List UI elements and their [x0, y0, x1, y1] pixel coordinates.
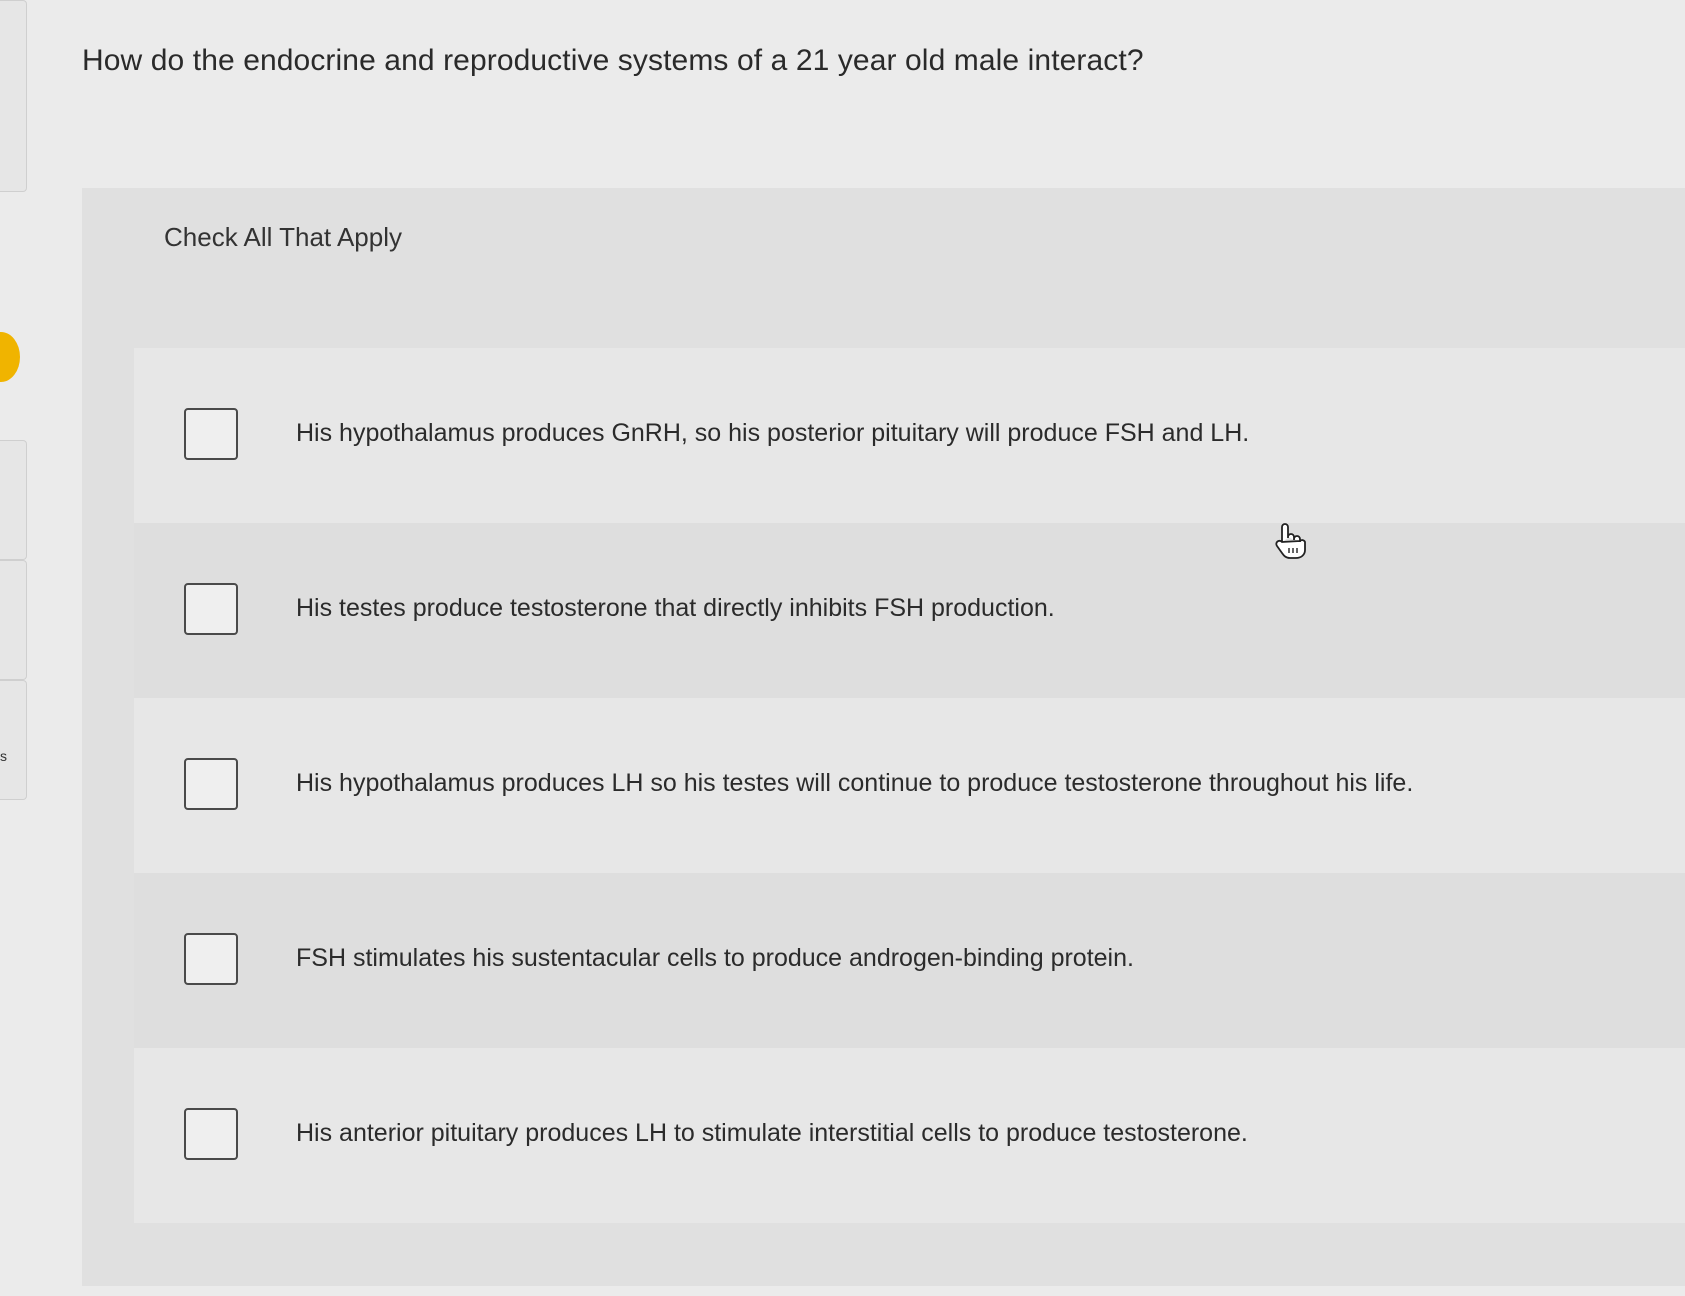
choice-option[interactable]: His testes produce testosterone that dir…: [134, 523, 1685, 698]
choice-label[interactable]: His hypothalamus produces LH so his test…: [296, 769, 1413, 798]
choice-label[interactable]: FSH stimulates his sustentacular cells t…: [296, 944, 1134, 973]
rail-letter: s: [0, 748, 7, 764]
choice-option[interactable]: His anterior pituitary produces LH to st…: [134, 1048, 1685, 1223]
choice-checkbox[interactable]: [184, 1107, 238, 1160]
rail-tab[interactable]: [0, 680, 27, 800]
choice-label[interactable]: His testes produce testosterone that dir…: [296, 594, 1055, 623]
hand-pointer-icon: [1275, 523, 1306, 559]
question-prompt: How do the endocrine and reproductive sy…: [82, 44, 1144, 77]
answer-panel: Check All That Apply His hypothalamus pr…: [82, 188, 1685, 1286]
choice-option[interactable]: His hypothalamus produces LH so his test…: [134, 698, 1685, 873]
left-side-rail: s: [0, 0, 28, 1296]
rail-tab[interactable]: [0, 0, 27, 192]
rail-tab[interactable]: [0, 440, 27, 560]
choice-option[interactable]: FSH stimulates his sustentacular cells t…: [134, 873, 1685, 1048]
choice-label[interactable]: His anterior pituitary produces LH to st…: [296, 1119, 1248, 1148]
choice-label[interactable]: His hypothalamus produces GnRH, so his p…: [296, 419, 1249, 448]
instruction-label: Check All That Apply: [164, 222, 402, 252]
choice-checkbox[interactable]: [184, 407, 238, 460]
choice-checkbox[interactable]: [184, 757, 238, 810]
choice-list: His hypothalamus produces GnRH, so his p…: [134, 348, 1685, 1223]
rail-tab[interactable]: [0, 560, 27, 680]
choice-checkbox[interactable]: [184, 582, 238, 635]
rail-progress-marker: [0, 332, 20, 382]
choice-checkbox[interactable]: [184, 932, 238, 985]
choice-option[interactable]: His hypothalamus produces GnRH, so his p…: [134, 348, 1685, 523]
